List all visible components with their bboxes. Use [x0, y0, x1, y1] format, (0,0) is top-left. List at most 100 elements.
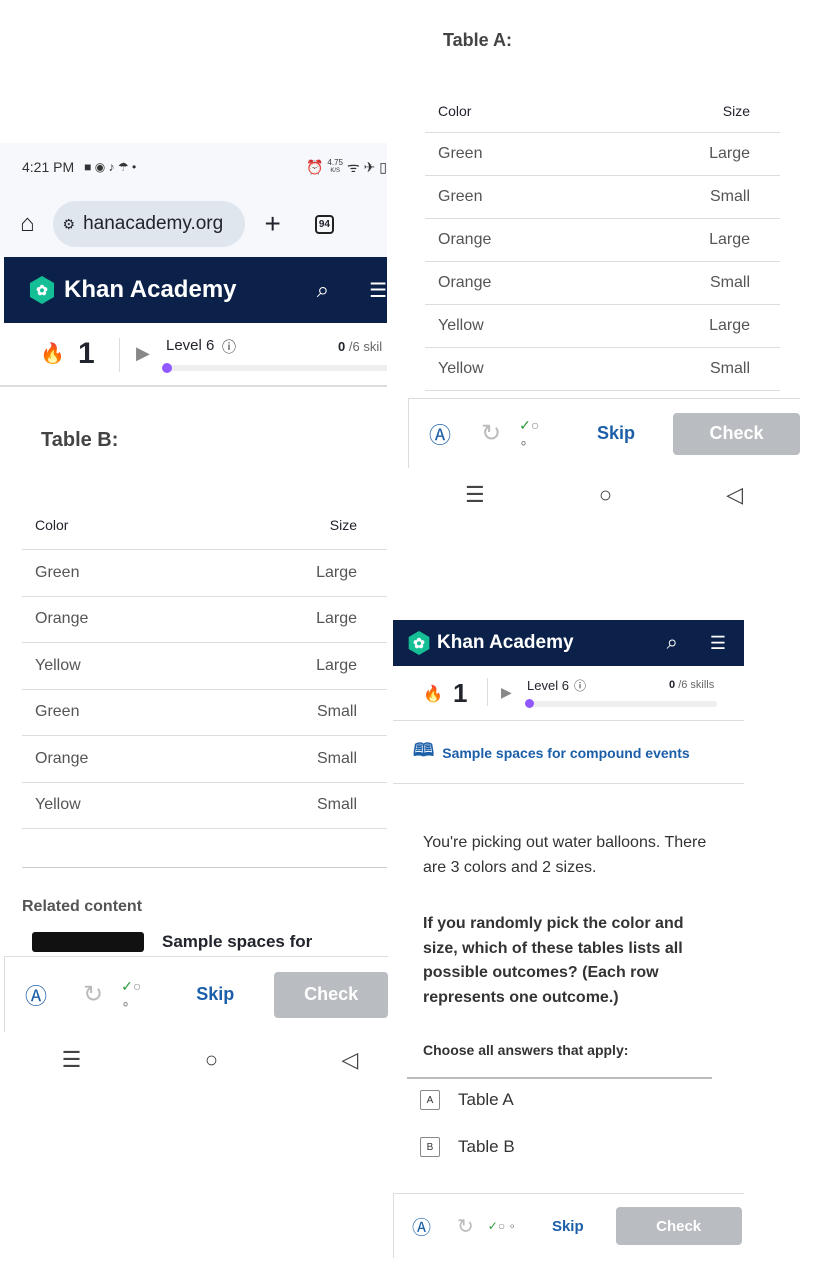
color-cell: Green [438, 188, 483, 205]
check-button[interactable]: Check [672, 412, 800, 455]
size-cell: Small [316, 703, 357, 721]
new-tab-icon[interactable]: + [265, 208, 281, 240]
search-icon[interactable]: ⌕ [667, 632, 678, 655]
choice-table-a[interactable]: A Table A [420, 1090, 514, 1110]
table-row: Green Small [22, 690, 387, 736]
article-link[interactable]: 🕮 Sample spaces for compound events [393, 722, 744, 784]
color-cell: Orange [438, 274, 492, 291]
back-icon[interactable]: ◁ [341, 1047, 358, 1073]
size-cell: Large [709, 231, 750, 248]
question-text: You're picking out water balloons. There… [423, 834, 707, 876]
size-cell: Large [316, 563, 357, 581]
color-cell: Orange [35, 749, 89, 767]
size-cell: Small [709, 360, 750, 377]
menu-icon[interactable]: ☰ [369, 278, 387, 303]
color-cell: Green [438, 145, 483, 162]
skip-button[interactable]: Skip [552, 1218, 584, 1235]
size-cell: Large [316, 610, 357, 628]
question-prompt: If you randomly pick the color and size,… [423, 915, 684, 1006]
level-progress [525, 699, 717, 708]
redo-icon[interactable]: ↻ [83, 980, 103, 1009]
exercise-footer-a: Ⓐ ↻ ✓○ ∘ Skip Check [408, 398, 800, 468]
home-circle-icon[interactable]: ○ [599, 482, 612, 508]
khan-logo-icon[interactable]: ✿ [408, 631, 430, 655]
table-row: Orange Large [425, 219, 780, 262]
notification-icons: ■ ◉ ♪ ☂ • [84, 160, 137, 174]
table-row: Green Small [425, 176, 780, 219]
book-icon: 🕮 [413, 739, 435, 760]
site-settings-icon[interactable]: ⚙ [63, 216, 76, 233]
accessibility-icon[interactable]: Ⓐ [412, 1213, 431, 1240]
tab-count[interactable]: 94 [314, 214, 334, 234]
alarm-icon: ⏰ [305, 158, 324, 175]
net-speed: 4.75 K/S [327, 158, 343, 175]
size-cell: Large [709, 145, 750, 162]
back-icon[interactable]: ◁ [726, 482, 743, 508]
accessibility-icon[interactable]: Ⓐ [429, 418, 451, 450]
check-button[interactable]: Check [615, 1207, 742, 1245]
left-screenshot: 4:21 PM ■ ◉ ♪ ☂ • ⏰ 4.75 K/S ᯤ ✈ ▯ ⌂ ⚙ h… [0, 143, 387, 1083]
related-item[interactable]: Sample spaces for [32, 932, 387, 952]
table-row: Orange Small [425, 262, 780, 305]
size-cell: Small [316, 749, 357, 767]
table-row: Green Large [22, 550, 387, 597]
level-bar: 🔥 1 ▶ Level 6 ⓘ 0 /6 skills [393, 666, 744, 721]
color-cell: Green [35, 563, 80, 581]
url-bar[interactable]: ⚙ hanacademy.org [52, 201, 245, 247]
divider [22, 867, 387, 868]
table-b-title: Table B: [41, 429, 119, 451]
status-bar: 4:21 PM ■ ◉ ♪ ☂ • ⏰ 4.75 K/S ᯤ ✈ ▯ [0, 143, 387, 191]
recents-icon[interactable]: ☰ [465, 482, 485, 508]
table-row: Yellow Large [22, 643, 387, 690]
skip-button[interactable]: Skip [196, 984, 234, 1005]
check-button[interactable]: Check [274, 971, 388, 1018]
exercise-footer-c: Ⓐ ↻ ✓○ ∘ Skip Check [393, 1193, 744, 1258]
menu-icon[interactable]: ☰ [710, 633, 726, 654]
size-cell: Small [709, 274, 750, 291]
video-thumbnail [32, 932, 144, 952]
streak-flame-icon: 🔥 [423, 686, 443, 703]
khan-logo-icon[interactable]: ✿ [29, 276, 55, 304]
divider [119, 338, 120, 372]
accessibility-icon[interactable]: Ⓐ [25, 979, 47, 1011]
browser-bar: ⌂ ⚙ hanacademy.org + 94 [0, 191, 387, 257]
recents-icon[interactable]: ☰ [62, 1047, 82, 1073]
table-row: Orange Large [22, 597, 387, 643]
color-cell: Yellow [438, 360, 484, 377]
table-row: Yellow Large [425, 305, 780, 348]
choice-table-b[interactable]: B Table B [420, 1137, 515, 1157]
search-icon[interactable]: ⌕ [317, 277, 329, 303]
table-a-title: Table A: [443, 30, 513, 50]
skip-button[interactable]: Skip [597, 423, 635, 444]
home-circle-icon[interactable]: ○ [205, 1047, 218, 1073]
play-icon[interactable]: ▶ [501, 684, 512, 701]
play-icon[interactable]: ▶ [136, 343, 150, 364]
redo-icon[interactable]: ↻ [481, 419, 501, 448]
info-icon[interactable]: ⓘ [222, 337, 236, 357]
color-cell: Yellow [35, 656, 81, 674]
color-cell: Orange [35, 610, 89, 628]
attempts-icon: ✓○ ∘ [487, 1219, 516, 1233]
info-icon[interactable]: ⓘ [574, 677, 586, 694]
android-nav: ☰ ○ ◁ [408, 475, 800, 515]
attempts-icon: ✓○ ∘ [519, 416, 540, 450]
ka-header: ✿ Khan Academy ⌕ ☰ [393, 620, 744, 666]
streak-flame-icon: 🔥 [40, 343, 65, 365]
table-b: Color Size Green Large Orange Large Yellow Lar… [22, 500, 387, 829]
table-row: Yellow Small [425, 348, 780, 391]
table-row: Green Large [425, 133, 780, 176]
divider [487, 678, 488, 706]
attempts-icon: ✓○ ∘ [121, 977, 142, 1011]
size-cell: Small [316, 796, 357, 814]
color-cell: Orange [438, 231, 492, 248]
redo-icon[interactable]: ↻ [457, 1214, 474, 1239]
wifi-airplane-icons: ᯤ ✈ ▯ [347, 158, 387, 175]
level-bar: 🔥 1 ▶ Level 6 ⓘ 0 /6 skil [0, 323, 387, 387]
ka-header: ✿ Khan Academy ⌕ ☰ [4, 257, 387, 323]
color-cell: Green [35, 703, 80, 721]
instruction: Choose all answers that apply: [423, 1042, 629, 1058]
color-cell: Yellow [438, 317, 484, 334]
home-icon[interactable]: ⌂ [20, 210, 35, 238]
size-cell: Large [709, 317, 750, 334]
android-nav: ☰ ○ ◁ [0, 1040, 420, 1080]
